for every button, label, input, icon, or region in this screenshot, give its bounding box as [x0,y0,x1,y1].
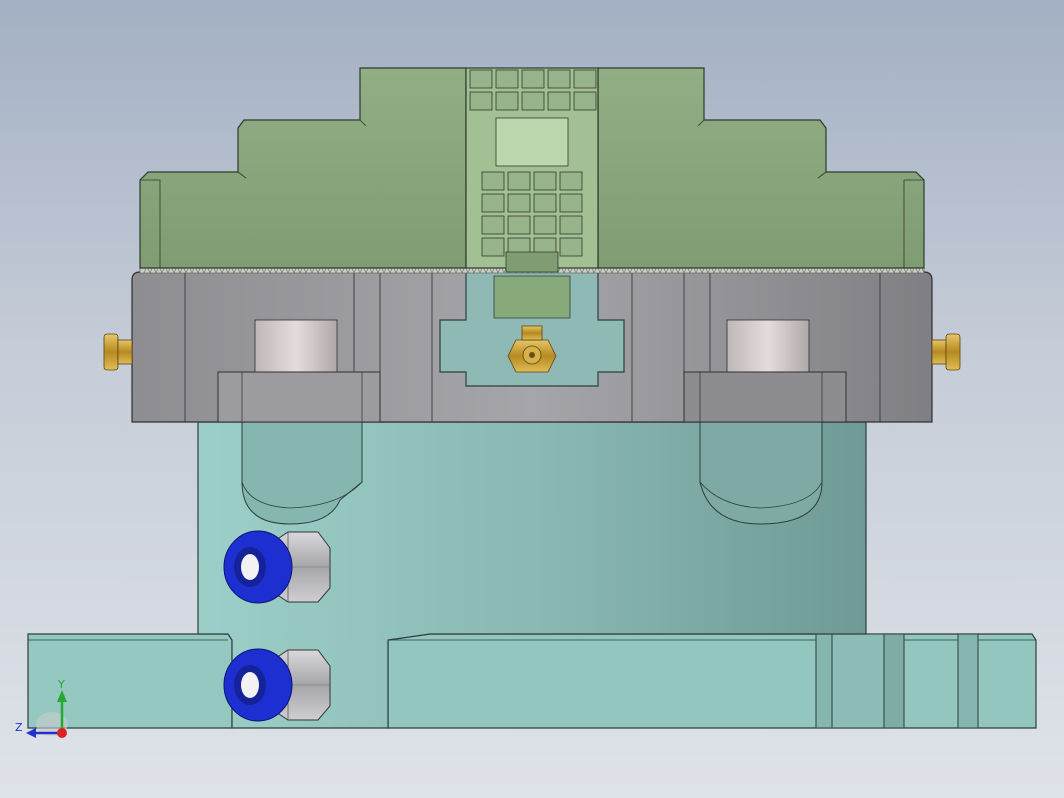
grease-nipple-right [931,333,961,371]
jaw-grid-cell [507,171,531,191]
air-fitting-upper [223,530,331,604]
jaw-grid-cell [559,193,583,213]
jaw-grid-cell [573,91,597,111]
triad-z-label: Z [15,721,23,734]
jaw-left [139,67,467,269]
jaw-grid-cell [559,171,583,191]
jaw-grid-cell [547,91,571,111]
jaw-grid-cell [481,171,505,191]
jaw-grid-cell [469,69,493,89]
base-plate [27,633,1037,729]
jaw-grid-cell [559,237,583,257]
jaw-grid-cell [481,193,505,213]
jaw-grid-cell [521,91,545,111]
jaw-grid-cell [495,91,519,111]
jaw-grid-cell [495,69,519,89]
jaw-grid-cell [521,69,545,89]
model-render [26,67,1037,738]
jaw-grid-cell [533,171,557,191]
jaw-grid-cell [481,237,505,257]
jaw-right [597,67,925,269]
cad-graphics-viewport[interactable]: Y Z [0,0,1064,798]
air-fitting-lower [223,648,331,722]
jaw-grid-cell [481,215,505,235]
triad-y-label: Y [58,678,65,691]
jaw-grid-cell [507,215,531,235]
jaw-grid-cell [559,215,583,235]
jaw-center [465,67,599,273]
grease-nipple-left [103,333,133,371]
jaw-grid-cell [573,69,597,89]
jaw-grid-cell [469,91,493,111]
triad-x-axis [57,728,67,738]
jaw-grid-cell [507,193,531,213]
jaw-grid-cell [547,69,571,89]
jaw-grid-cell [533,215,557,235]
jaw-grid-cell [533,193,557,213]
